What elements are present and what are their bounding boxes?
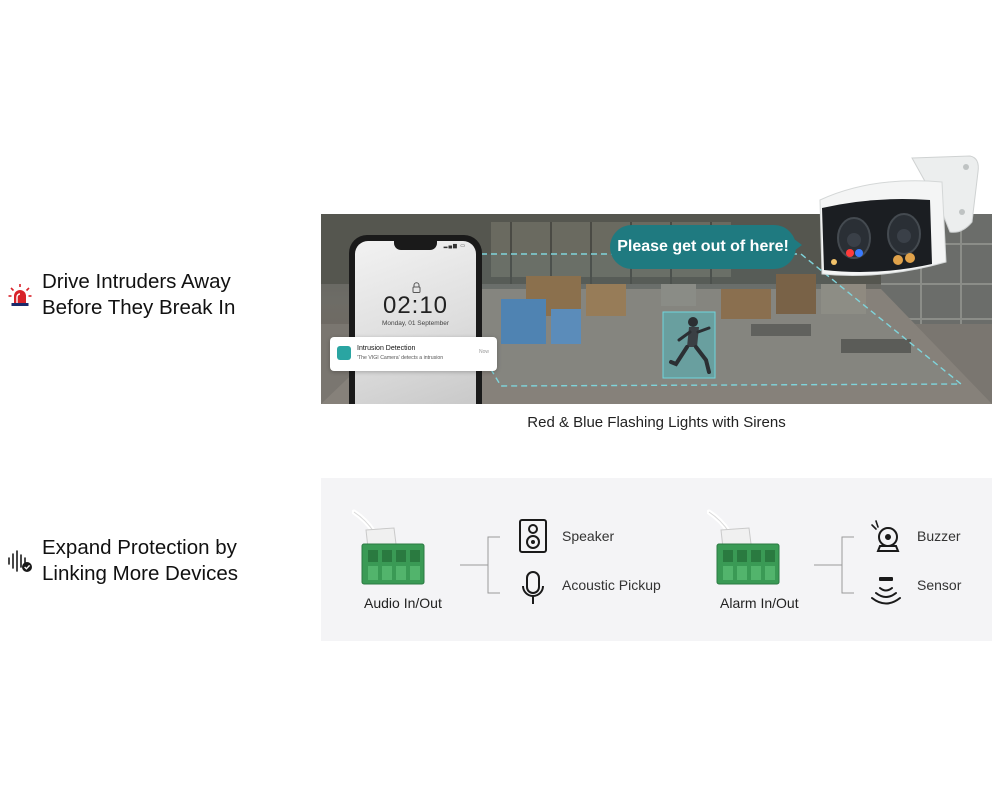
notification-title: Intrusion Detection xyxy=(357,345,416,352)
audio-connector-image xyxy=(351,506,442,601)
feature-title: Drive Intruders Away Before They Break I… xyxy=(42,270,236,319)
sensor-label: Sensor xyxy=(917,577,962,593)
audio-bracket xyxy=(460,536,500,594)
microphone-icon xyxy=(520,570,546,613)
feature-title: Expand Protection by Linking More Device… xyxy=(42,536,238,585)
audio-port-label: Audio In/Out xyxy=(364,595,442,611)
lockscreen-clock: 02:10 xyxy=(382,292,449,319)
buzzer-label: Buzzer xyxy=(917,528,961,544)
speaker-icon xyxy=(518,518,548,559)
sound-wave-check-icon xyxy=(0,548,40,574)
buzzer-icon xyxy=(870,519,904,560)
feature-expand-protection: Expand Protection by Linking More Device… xyxy=(0,535,238,587)
signal-battery-icon: ▂▄▆ ▭ xyxy=(443,243,466,249)
acoustic-pickup-label: Acoustic Pickup xyxy=(562,577,661,593)
speech-bubble: Please get out of here! xyxy=(610,225,796,269)
siren-icon xyxy=(0,283,40,307)
alarm-connector-image xyxy=(706,506,797,601)
sensor-icon xyxy=(869,574,903,613)
speaker-label: Speaker xyxy=(562,528,615,544)
lockscreen-date: Monday, 01 September xyxy=(381,320,450,327)
security-camera-image xyxy=(812,152,982,287)
speech-bubble-tail xyxy=(790,236,802,254)
notification-time: Now xyxy=(478,349,489,355)
feature-drive-intruders: Drive Intruders Away Before They Break I… xyxy=(0,269,235,321)
scene-caption: Red & Blue Flashing Lights with Sirens xyxy=(527,414,786,431)
intrusion-notification[interactable]: Intrusion Detection 'The VIGI Camera' de… xyxy=(330,337,497,371)
phone-notch xyxy=(394,241,437,250)
alarm-port-label: Alarm In/Out xyxy=(720,595,799,611)
notification-body: 'The VIGI Camera' detects a intrusion xyxy=(357,355,444,361)
vigi-app-icon xyxy=(337,346,351,360)
alarm-bracket xyxy=(814,536,854,594)
